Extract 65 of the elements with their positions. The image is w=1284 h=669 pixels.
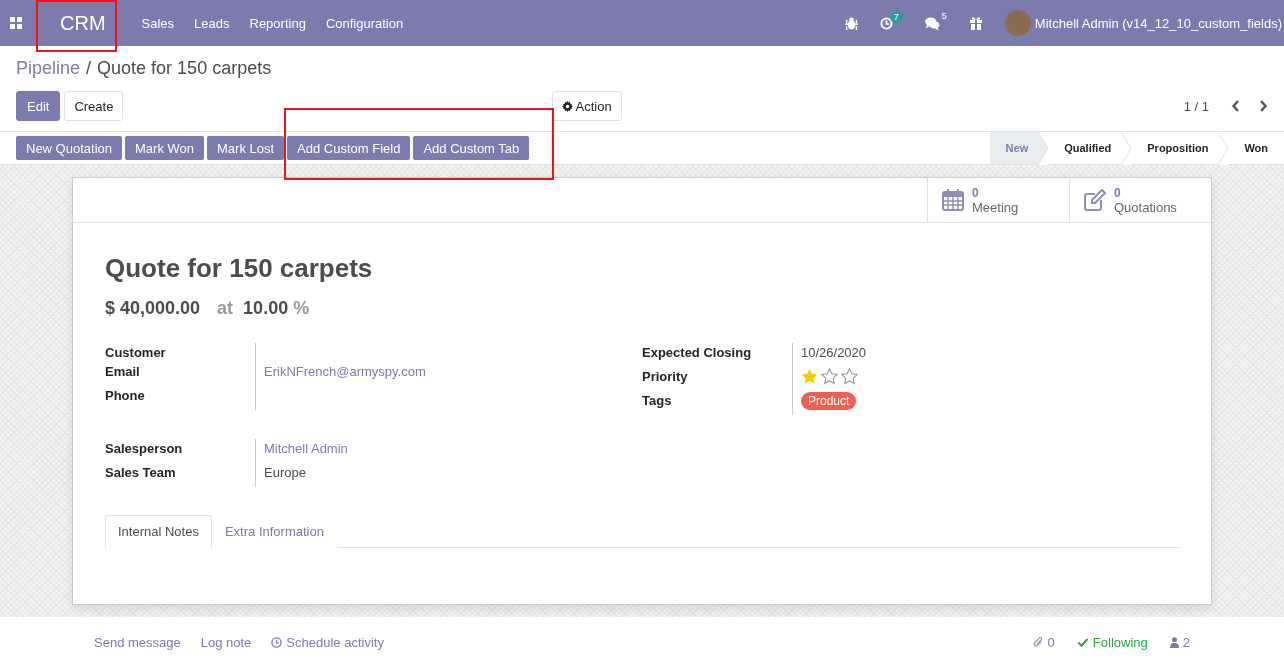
log-note-link[interactable]: Log note — [200, 635, 252, 650]
header-button[interactable]: Add Custom Field — [287, 136, 411, 160]
breadcrumb-link[interactable]: Pipeline — [16, 58, 81, 82]
field-label: Priority — [642, 368, 689, 386]
notebook-tab[interactable]: Internal Notes — [105, 515, 212, 548]
followers-button[interactable]: 2 — [1169, 635, 1190, 650]
menu-item[interactable]: Sales — [141, 15, 175, 31]
chevron-left-icon[interactable] — [1231, 100, 1240, 112]
field-label: Expected Closing — [642, 344, 753, 362]
paperclip-icon — [1032, 637, 1044, 648]
star-icon[interactable] — [841, 368, 858, 385]
header-button[interactable]: New Quotation — [16, 136, 122, 160]
field-label: Sales Team — [105, 464, 177, 482]
header-button[interactable]: Mark Lost — [207, 136, 285, 160]
message-count: 5 — [941, 10, 947, 21]
clock-icon — [271, 637, 283, 648]
header-button[interactable]: Mark Won — [125, 136, 204, 160]
star-icon[interactable] — [821, 368, 838, 385]
menu-item[interactable]: Leads — [194, 15, 230, 31]
edit-icon — [1084, 189, 1106, 211]
field-label: Salesperson — [105, 440, 184, 458]
field-value: Europe — [264, 464, 306, 482]
star-icon[interactable] — [801, 368, 818, 385]
apps-menu-icon[interactable] — [10, 17, 22, 29]
chevron-right-icon[interactable] — [1259, 100, 1268, 112]
record-title: Quote for 150 carpets — [105, 253, 374, 284]
following-button[interactable]: Following — [1076, 635, 1148, 650]
menu-item[interactable]: Configuration — [325, 15, 404, 31]
create-button[interactable]: Create — [64, 91, 124, 121]
field-label: Customer — [105, 344, 167, 362]
email-link[interactable]: ErikNFrench@armyspy.com — [264, 362, 426, 381]
user-name[interactable]: Mitchell Admin (v14_12_10_custom_fields) — [1034, 15, 1282, 31]
salesperson-link[interactable]: Mitchell Admin — [264, 439, 348, 458]
tag-badge: Product — [801, 391, 857, 410]
chat-icon[interactable] — [924, 16, 940, 30]
priority-stars[interactable] — [801, 368, 858, 385]
gear-icon — [561, 100, 573, 112]
at-label: at — [217, 298, 234, 319]
gift-icon[interactable] — [968, 16, 983, 30]
check-icon — [1076, 637, 1089, 648]
user-icon — [1169, 637, 1179, 648]
field-label: Tags — [642, 392, 673, 410]
attachments-button[interactable]: 0 — [1032, 635, 1055, 650]
expected-revenue: $ 40,000.00 — [105, 298, 201, 319]
breadcrumb-current: Quote for 150 carpets — [97, 58, 272, 80]
schedule-activity-link[interactable]: Schedule activity — [271, 635, 384, 650]
smart-button[interactable]: 0 Meeting — [927, 178, 1069, 222]
menu-item[interactable]: Reporting — [249, 15, 306, 31]
action-button[interactable]: Action — [551, 91, 622, 121]
probability-value: 10.00 — [243, 298, 289, 319]
field-value: 10/26/2020 — [801, 344, 867, 362]
header-button[interactable]: Add Custom Tab — [413, 136, 530, 160]
breadcrumb-separator: / — [86, 58, 92, 80]
field-label: Email — [105, 363, 141, 381]
pager-value: 1 / 1 — [1183, 98, 1209, 114]
edit-button[interactable]: Edit — [16, 91, 61, 121]
smart-button[interactable]: 0 Quotations — [1069, 178, 1211, 222]
send-message-link[interactable]: Send message — [94, 635, 181, 650]
field-label: Phone — [105, 387, 146, 405]
bug-icon[interactable] — [844, 16, 858, 30]
app-name[interactable]: CRM — [60, 11, 106, 35]
calendar-icon — [942, 189, 964, 211]
clock-icon[interactable] — [879, 16, 893, 30]
activity-count-badge: 7 — [889, 10, 903, 23]
percent-sign: % — [293, 298, 310, 319]
